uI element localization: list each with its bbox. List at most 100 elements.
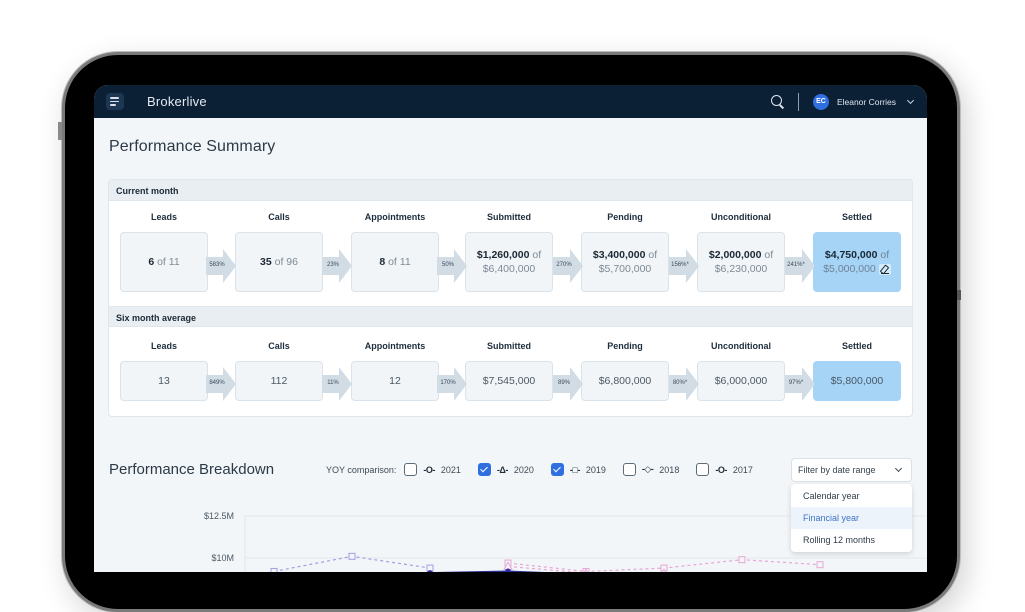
- chevron-down-icon: [895, 465, 902, 472]
- conversion-arrow: 156%*: [669, 249, 699, 283]
- brand-logo[interactable]: Brokerlive: [147, 94, 207, 109]
- stage-label: Settled: [813, 341, 901, 355]
- stage-value: $1,260,000: [477, 249, 530, 261]
- conversion-rate: 583%: [206, 262, 228, 268]
- conversion-arrow: 583%: [206, 249, 236, 283]
- stage-pending: Pending $6,800,000: [581, 341, 669, 401]
- conversion-rate: 23%: [322, 262, 344, 268]
- y-tick-label: $12.5M: [204, 511, 234, 521]
- section-heading-current-month: Current month: [109, 180, 912, 201]
- stage-value-box[interactable]: $2,000,000 of$6,230,000: [697, 232, 785, 292]
- conversion-rate: 849%: [206, 380, 228, 386]
- stage-settled: Settled $5,800,000: [813, 341, 901, 401]
- stage-target: of 11: [385, 256, 411, 268]
- stage-value-box[interactable]: 6 of 11: [120, 232, 208, 292]
- checkbox-checked[interactable]: [478, 463, 491, 476]
- stage-of-text: of: [761, 249, 773, 261]
- yoy-checkbox-2018[interactable]: -◇-2018: [623, 463, 679, 476]
- stage-value-box[interactable]: 35 of 96: [235, 232, 323, 292]
- stage-target: $5,700,000: [599, 262, 652, 276]
- edit-icon[interactable]: [879, 264, 891, 275]
- stage-of-text: of: [877, 249, 889, 261]
- date-range-filter-select[interactable]: Filter by date range: [791, 458, 912, 482]
- year-label: 2019: [586, 465, 606, 475]
- stage-label: Settled: [813, 212, 901, 226]
- checkbox[interactable]: [404, 463, 417, 476]
- select-label: Filter by date range: [798, 465, 876, 475]
- conversion-rate: 156%*: [669, 262, 691, 268]
- stage-pending: Pending $3,400,000 of$5,700,000: [581, 212, 669, 292]
- checkbox[interactable]: [623, 463, 636, 476]
- menu-icon-line: [110, 104, 116, 105]
- year-label: 2020: [514, 465, 534, 475]
- year-label: 2017: [733, 465, 753, 475]
- conversion-rate: 170%: [437, 380, 459, 386]
- checkbox[interactable]: [696, 463, 709, 476]
- stage-label: Appointments: [351, 212, 439, 226]
- top-navigation-bar: Brokerlive EC Eleanor Corries: [94, 85, 927, 118]
- stage-label: Calls: [235, 341, 323, 355]
- conversion-arrow: 270%: [553, 249, 583, 283]
- y-tick-label: $10M: [211, 553, 234, 563]
- conversion-rate: 50%: [437, 262, 459, 268]
- stage-label: Submitted: [465, 341, 553, 355]
- conversion-rate: 241%*: [785, 262, 807, 268]
- avatar[interactable]: EC: [813, 94, 829, 110]
- dropdown-option-rolling-12-months[interactable]: Rolling 12 months: [791, 529, 912, 551]
- stage-value: $3,400,000: [593, 249, 646, 261]
- dropdown-option-calendar-year[interactable]: Calendar year: [791, 485, 912, 507]
- stage-leads: Leads 13: [120, 341, 208, 401]
- stage-unconditional: Unconditional $6,000,000: [697, 341, 785, 401]
- stage-label: Pending: [581, 212, 669, 226]
- data-point-2019: [271, 568, 277, 572]
- user-name[interactable]: Eleanor Corries: [837, 97, 896, 107]
- conversion-arrow: 80%*: [669, 367, 699, 401]
- yoy-checkbox-2019[interactable]: -□- 2019: [551, 463, 606, 476]
- conversion-rate: 89%: [553, 380, 575, 386]
- yoy-checkbox-2020[interactable]: -Δ-2020: [478, 463, 534, 476]
- stage-value-box[interactable]: 8 of 11: [351, 232, 439, 292]
- stage-of-text: of: [645, 249, 657, 261]
- stage-value: $2,000,000: [709, 249, 762, 261]
- hamburger-menu-button[interactable]: [106, 93, 124, 110]
- conversion-arrow: 11%: [322, 367, 352, 401]
- stage-value-box[interactable]: 12: [351, 361, 439, 401]
- conversion-arrow: 849%: [206, 367, 236, 401]
- stage-value-box[interactable]: $3,400,000 of$5,700,000: [581, 232, 669, 292]
- search-icon[interactable]: [770, 94, 786, 110]
- six-month-funnel: Leads 13 Calls 112 Appointments 12 Submi…: [109, 327, 912, 415]
- stage-calls: Calls 112: [235, 341, 323, 401]
- conversion-arrow: 23%: [322, 249, 352, 283]
- yoy-label: YOY comparison:: [326, 465, 396, 475]
- stage-label: Submitted: [465, 212, 553, 226]
- conversion-arrow: 241%*: [785, 249, 815, 283]
- stage-value-box[interactable]: $1,260,000 of$6,400,000: [465, 232, 553, 292]
- stage-value-box[interactable]: $7,545,000: [465, 361, 553, 401]
- conversion-rate: 97%*: [785, 380, 807, 386]
- stage-target: of 96: [272, 256, 298, 268]
- stage-value-box[interactable]: 112: [235, 361, 323, 401]
- stage-value-box[interactable]: $6,800,000: [581, 361, 669, 401]
- square-marker-icon: -□-: [570, 465, 580, 475]
- yoy-checkbox-2017[interactable]: -O-2017: [696, 463, 753, 476]
- checkbox-checked[interactable]: [551, 463, 564, 476]
- stage-unconditional: Unconditional $2,000,000 of$6,230,000: [697, 212, 785, 292]
- stage-value-box[interactable]: $5,800,000: [813, 361, 901, 401]
- year-label: 2018: [659, 465, 679, 475]
- yoy-checkbox-2021[interactable]: -O-2021: [404, 463, 461, 476]
- stage-appointments: Appointments 12: [351, 341, 439, 401]
- stage-value-box[interactable]: 13: [120, 361, 208, 401]
- yoy-comparison: YOY comparison: -O-2021 -Δ-2020 -□-2019 …: [326, 463, 770, 476]
- chevron-down-icon[interactable]: [907, 96, 914, 103]
- conversion-arrow: 97%*: [785, 367, 815, 401]
- stage-submitted: Submitted $7,545,000: [465, 341, 553, 401]
- stage-value: 35: [260, 256, 272, 268]
- performance-summary-panel: Current month Leads 6 of 11 Calls 35 of …: [108, 179, 913, 417]
- dropdown-option-financial-year[interactable]: Financial year: [791, 507, 912, 529]
- stage-calls: Calls 35 of 96: [235, 212, 323, 292]
- circle-marker-icon: -O-: [423, 465, 435, 475]
- stage-value-box[interactable]: $6,000,000: [697, 361, 785, 401]
- conversion-arrow: 170%: [437, 367, 467, 401]
- stage-value-box[interactable]: $4,750,000 of$5,000,000: [813, 232, 901, 292]
- stage-appointments: Appointments 8 of 11: [351, 212, 439, 292]
